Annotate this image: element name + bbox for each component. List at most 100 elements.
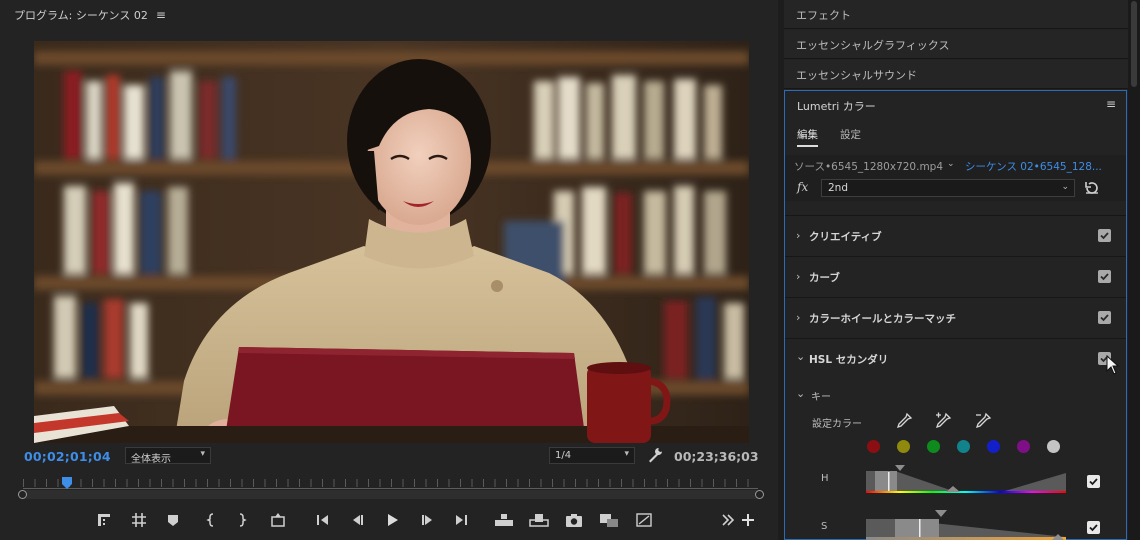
video-frame-icon [34,41,749,443]
wrench-icon[interactable] [646,446,664,464]
timecode-bar: 00;02;01;04 全体表示 ▾ 1/4 ▾ 00;23;36;03 [0,446,778,468]
preset-dropdown-value: 2nd [828,182,849,194]
go-to-out-icon[interactable] [449,508,473,532]
panel-menu-icon[interactable]: ≡ [1106,97,1116,111]
insert-icon[interactable] [492,508,516,532]
chevron-down-icon[interactable]: ⌄ [796,350,805,363]
right-panel-stack: エフェクト エッセンシャルグラフィックス エッセンシャルサウンド Lumetri… [784,0,1140,540]
section-enable-checkbox[interactable] [1098,229,1111,242]
panel-tab-label: エフェクト [796,9,851,22]
color-swatch-yellow[interactable] [897,440,910,453]
source-clip-label[interactable]: ソース•6545_1280x720.mp4 [794,159,943,174]
resolution-dropdown-value: 1/4 [555,450,572,461]
hue-enable-checkbox[interactable] [1087,475,1100,488]
transport-controls [86,508,766,532]
zoom-scroll-bar[interactable] [23,490,758,499]
section-label: カラーホイールとカラーマッチ [809,313,956,325]
resolution-dropdown[interactable]: 1/4 ▾ [549,447,635,464]
fx-icon[interactable]: fx [797,180,808,194]
eyedropper-icon[interactable] [895,412,913,430]
section-hsl-secondary[interactable]: ⌄ HSL セカンダリ [785,339,1126,380]
panel-tab-label: エッセンシャルサウンド [796,69,917,82]
panel-tab-label: エッセンシャルグラフィックス [796,39,950,52]
zoom-handle-right[interactable] [755,490,764,499]
chevron-down-icon: ▾ [624,449,629,459]
chevron-down-icon[interactable]: ⌄ [947,159,955,169]
current-timecode[interactable]: 00;02;01;04 [24,449,111,464]
step-forward-icon[interactable] [416,508,440,532]
overwrite-icon[interactable] [527,508,551,532]
zoom-dropdown[interactable]: 全体表示 ▾ [125,447,211,465]
color-swatch-green[interactable] [927,440,940,453]
trim-icon[interactable] [127,508,151,532]
reset-icon[interactable] [1083,179,1101,197]
panel-tab-effects[interactable]: エフェクト [784,0,1128,29]
preset-row: fx 2nd ⌄ [785,177,1126,201]
section-creative[interactable]: › クリエイティブ [785,216,1126,257]
step-back-icon[interactable] [345,508,369,532]
hue-label: H [821,473,829,484]
section-color-wheels[interactable]: › カラーホイールとカラーマッチ [785,298,1126,339]
section-label: HSL セカンダリ [809,354,889,366]
lumetri-color-panel: Lumetri カラー ≡ 編集 設定 ソース•6545_1280x720.mp… [784,90,1127,540]
eyedropper-add-icon[interactable] [934,412,952,430]
section-label: カーブ [809,272,840,284]
key-label: キー [811,392,831,403]
saturation-range-row: S [785,509,1126,540]
safe-margins-icon[interactable] [632,508,656,532]
color-swatch-cyan[interactable] [957,440,970,453]
chevron-right-icon[interactable]: › [796,229,800,242]
section-enable-checkbox[interactable] [1098,270,1111,283]
program-monitor-title: プログラム: シーケンス 02 [14,9,148,22]
time-ruler[interactable] [17,477,764,505]
color-swatch-blue[interactable] [987,440,1000,453]
add-marker-icon[interactable] [161,508,185,532]
mouse-cursor-icon [1106,354,1120,375]
export-frame-icon[interactable] [562,508,586,532]
chevron-right-icon[interactable]: › [796,270,800,283]
panel-menu-icon[interactable]: ≡ [156,8,166,22]
hue-range-row: H [785,463,1126,493]
key-subsection[interactable]: ⌄ キー [785,385,1126,405]
section-label: クリエイティブ [809,231,882,243]
duration-timecode: 00;23;36;03 [674,449,759,464]
color-swatch-magenta[interactable] [1017,440,1030,453]
tab-settings[interactable]: 設定 [840,127,861,142]
play-icon[interactable] [380,508,404,532]
lift-icon[interactable] [266,508,290,532]
eyedropper-subtract-icon[interactable] [974,412,992,430]
color-swatch-white[interactable] [1047,440,1060,453]
add-icon[interactable] [736,508,760,532]
zoom-dropdown-value: 全体表示 [131,454,171,465]
chevron-down-icon: ⌄ [1061,182,1069,192]
saturation-range-slider[interactable] [865,509,1067,540]
marker-icon[interactable] [92,508,116,532]
source-row: ソース•6545_1280x720.mp4 ⌄ シーケンス 02•6545_12… [785,155,1126,177]
program-monitor-header: プログラム: シーケンス 02 ≡ [14,7,166,23]
panel-tab-essential-sound[interactable]: エッセンシャルサウンド [784,60,1128,89]
set-color-label: 設定カラー [812,419,862,430]
sequence-clip-label[interactable]: シーケンス 02•6545_128... [965,159,1102,174]
playhead[interactable] [62,477,73,489]
section-enable-checkbox[interactable] [1098,311,1111,324]
panel-tab-essential-graphics[interactable]: エッセンシャルグラフィックス [784,30,1128,59]
compare-view-icon[interactable] [597,508,621,532]
video-preview [34,41,749,443]
saturation-enable-checkbox[interactable] [1087,521,1100,534]
hue-range-slider[interactable] [865,463,1067,493]
go-to-in-icon[interactable] [311,508,335,532]
lumetri-title: Lumetri カラー [797,100,876,113]
color-swatch-red[interactable] [867,440,880,453]
saturation-label: S [821,521,828,532]
zoom-handle-left[interactable] [18,490,27,499]
mark-in-icon[interactable] [199,508,223,532]
section-curves[interactable]: › カーブ [785,257,1126,298]
tab-edit[interactable]: 編集 [797,127,818,147]
chevron-down-icon[interactable]: ⌄ [796,387,805,400]
panel-scrollbar[interactable] [1128,0,1140,540]
program-monitor: プログラム: シーケンス 02 ≡ 00;02;01;04 全体表示 ▾ 1/4… [0,0,778,540]
preset-dropdown[interactable]: 2nd ⌄ [821,179,1075,197]
mark-out-icon[interactable] [230,508,254,532]
scrollbar-thumb[interactable] [1131,1,1137,87]
chevron-right-icon[interactable]: › [796,311,800,324]
